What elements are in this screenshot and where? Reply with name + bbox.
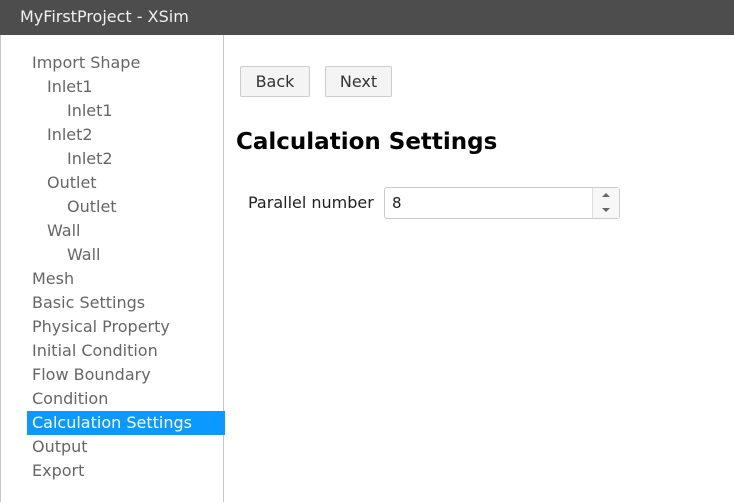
sidebar-item-inlet1[interactable]: Inlet1	[27, 99, 225, 123]
parallel-number-input[interactable]	[385, 188, 593, 218]
sidebar-item-export[interactable]: Export	[27, 459, 225, 483]
spinner-buttons	[592, 188, 619, 218]
sidebar-item-wall[interactable]: Wall	[27, 243, 225, 267]
sidebar-item-inlet2-group[interactable]: Inlet2	[27, 123, 225, 147]
main-content: Back Next Calculation Settings Parallel …	[224, 35, 734, 502]
sidebar-item-inlet2[interactable]: Inlet2	[27, 147, 225, 171]
sidebar-item-import-shape[interactable]: Import Shape	[27, 51, 225, 75]
sidebar-item-output[interactable]: Output	[27, 435, 225, 459]
arrow-down-icon	[602, 208, 610, 212]
sidebar-item-outlet[interactable]: Outlet	[27, 195, 225, 219]
sidebar-item-condition[interactable]: Condition	[27, 387, 225, 411]
sidebar-item-inlet1-group[interactable]: Inlet1	[27, 75, 225, 99]
sidebar-item-wall-group[interactable]: Wall	[27, 219, 225, 243]
back-button[interactable]: Back	[240, 66, 310, 97]
next-button[interactable]: Next	[325, 66, 392, 97]
parallel-number-spinner	[384, 187, 620, 219]
increment-button[interactable]	[593, 188, 619, 203]
arrow-up-icon	[602, 193, 610, 197]
sidebar-item-initial-condition[interactable]: Initial Condition	[27, 339, 225, 363]
sidebar-item-outlet-group[interactable]: Outlet	[27, 171, 225, 195]
sidebar-nav: Import Shape Inlet1 Inlet1 Inlet2 Inlet2…	[0, 35, 225, 502]
sidebar-item-mesh[interactable]: Mesh	[27, 267, 225, 291]
sidebar-item-calculation-settings[interactable]: Calculation Settings	[27, 411, 225, 435]
sidebar-item-physical-property[interactable]: Physical Property	[27, 315, 225, 339]
parallel-number-label: Parallel number	[248, 193, 374, 212]
page-title: Calculation Settings	[236, 129, 498, 155]
decrement-button[interactable]	[593, 203, 619, 218]
sidebar-item-flow-boundary[interactable]: Flow Boundary	[27, 363, 225, 387]
window-title: MyFirstProject - XSim	[20, 7, 189, 26]
sidebar-item-basic-settings[interactable]: Basic Settings	[27, 291, 225, 315]
title-bar: MyFirstProject - XSim	[0, 0, 734, 35]
